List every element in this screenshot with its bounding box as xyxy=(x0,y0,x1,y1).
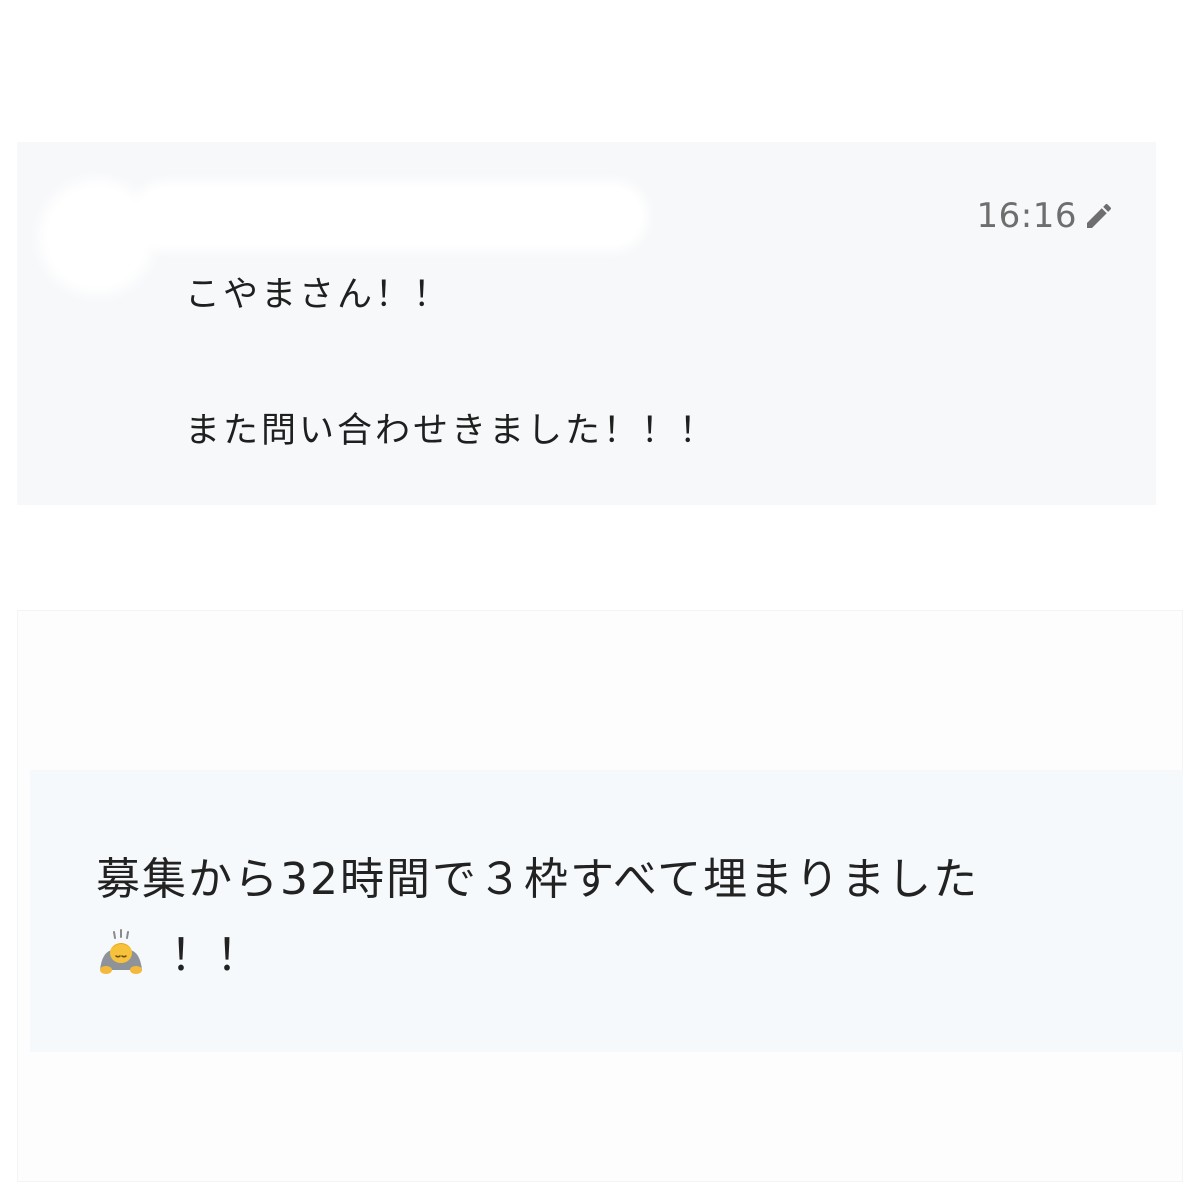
result-panel: 募集から32時間で３枠すべて埋まりました ！！ xyxy=(30,770,1183,1052)
message-card: 16:16 こやまさん！！ また問い合わせきました！！！ xyxy=(17,142,1156,505)
message-text-line: こやまさん！！ xyxy=(185,275,452,315)
result-line-1: 募集から32時間で３枠すべて埋まりました xyxy=(96,854,980,905)
redacted-avatar xyxy=(47,187,147,287)
result-exclamation: ！！ xyxy=(170,930,262,981)
message-timestamp: 16:16 xyxy=(977,196,1115,236)
message-text-line: また問い合わせきました！！！ xyxy=(185,411,718,451)
redacted-sender-name xyxy=(137,187,642,245)
pencil-icon[interactable] xyxy=(1083,200,1115,232)
person-bowing-icon xyxy=(100,929,142,974)
timestamp-text: 16:16 xyxy=(976,196,1077,236)
result-text: 募集から32時間で３枠すべて埋まりました ！！ xyxy=(96,842,1156,994)
result-line-2: ！！ xyxy=(96,918,1156,994)
screenshot-canvas: 16:16 こやまさん！！ また問い合わせきました！！！ 募集から32時間で３枠… xyxy=(0,0,1200,1200)
